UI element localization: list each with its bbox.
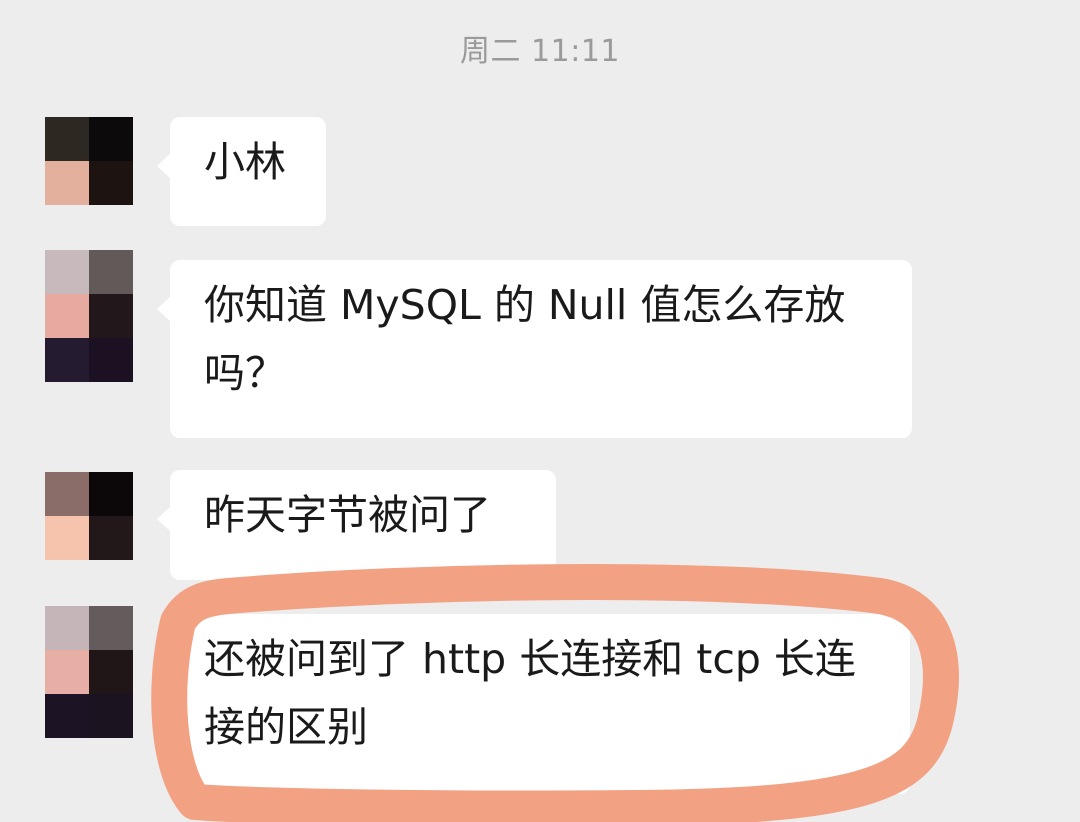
avatar-pixel — [45, 472, 89, 516]
avatar-pixel — [45, 650, 89, 694]
bubble-tail — [157, 506, 171, 532]
avatar-pixel — [89, 294, 133, 338]
timestamp: 周二 11:11 — [460, 34, 620, 69]
avatar-pixel — [89, 117, 133, 161]
bubble-tail — [157, 296, 171, 322]
avatar-pixel — [89, 606, 133, 650]
avatar-pixel — [89, 516, 133, 560]
avatar[interactable] — [45, 117, 133, 205]
message-text: 小林 — [204, 138, 286, 186]
avatar-pixel — [89, 472, 133, 516]
message-bubble[interactable]: 小林 — [157, 117, 326, 226]
bubble-tail — [157, 153, 171, 179]
avatar-pixel — [89, 250, 133, 294]
message-bubble[interactable]: 还被问到了 http 长连接和 tcp 长连接的区别 — [157, 614, 910, 794]
avatar-pixel — [45, 694, 89, 738]
avatar-pixel — [89, 650, 133, 694]
message-bubble[interactable]: 昨天字节被问了 — [157, 470, 556, 580]
avatar[interactable] — [45, 250, 133, 382]
bubble-tail — [157, 650, 171, 676]
avatar-pixel — [45, 294, 89, 338]
avatar-pixel — [45, 250, 89, 294]
avatar[interactable] — [45, 472, 133, 560]
message-bubble[interactable]: 你知道 MySQL 的 Null 值怎么存放吗？ — [157, 260, 912, 438]
avatar-pixel — [89, 694, 133, 738]
avatar-pixel — [45, 606, 89, 650]
avatar-pixel — [89, 338, 133, 382]
message-text: 还被问到了 http 长连接和 tcp 长连接的区别 — [204, 635, 856, 751]
message-text: 你知道 MySQL 的 Null 值怎么存放吗？ — [204, 281, 846, 397]
message-text: 昨天字节被问了 — [204, 491, 491, 539]
avatar-pixel — [45, 161, 89, 205]
avatar-pixel — [45, 117, 89, 161]
avatar[interactable] — [45, 606, 133, 738]
avatar-pixel — [45, 338, 89, 382]
avatar-pixel — [45, 516, 89, 560]
avatar-pixel — [89, 161, 133, 205]
